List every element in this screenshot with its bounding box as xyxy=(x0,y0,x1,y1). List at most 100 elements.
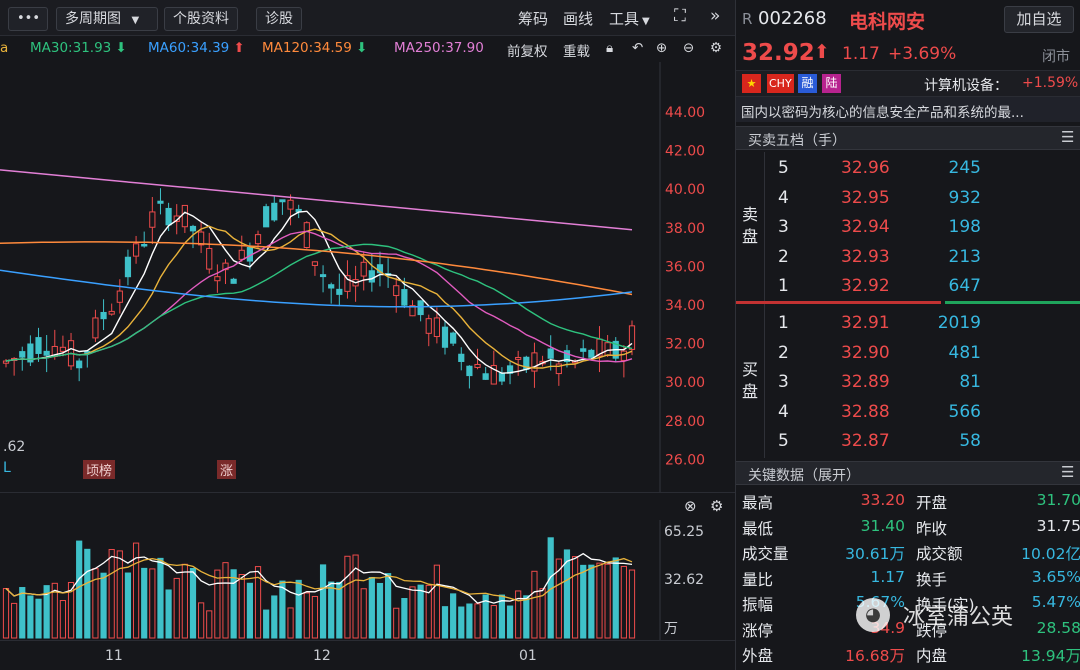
keydata-header[interactable]: 关键数据（展开） ☰ xyxy=(736,461,1080,485)
volume-bar xyxy=(620,565,627,639)
level-price: 32.95 xyxy=(841,187,890,208)
candle-body xyxy=(279,199,286,203)
multi-period-button[interactable]: 多周期图 ▼ xyxy=(56,7,158,31)
volume-bar xyxy=(490,605,497,639)
candle-body xyxy=(189,225,197,232)
desc-row[interactable]: 国内以密码为核心的信息安全产品和系统的最... xyxy=(736,96,1080,122)
price-tick-label: 32.00 xyxy=(665,337,705,353)
orderbook-title: 买卖五档（手） xyxy=(748,133,846,149)
bid-row[interactable]: 5 32.87 58 xyxy=(766,429,1080,455)
sector-name[interactable]: 计算机设备： xyxy=(924,75,1008,95)
bid-row[interactable]: 2 32.90 481 xyxy=(766,341,1080,367)
ask-row[interactable]: 5 32.96 245 xyxy=(766,156,1080,182)
level-number: 5 xyxy=(778,431,789,451)
undo-icon[interactable]: ↶ xyxy=(632,40,643,56)
wechat-icon: ◕ xyxy=(856,598,890,632)
volume-bar xyxy=(360,588,367,639)
sell-label-2: 盘 xyxy=(742,227,759,246)
volume-header: ⊗ ⚙ xyxy=(0,492,735,520)
volume-bar xyxy=(336,581,343,639)
candle-body xyxy=(181,204,188,228)
tools-button[interactable]: 工具 ▼ xyxy=(609,8,650,29)
candle-body xyxy=(604,342,611,356)
menu-icon[interactable]: ☰ xyxy=(1061,128,1074,146)
tools-label: 工具 xyxy=(609,10,640,28)
keydata-row: 最高 33.20 开盘 31.70 xyxy=(736,491,1080,516)
add-favorite-button[interactable]: 加自选 xyxy=(1004,6,1074,33)
ma60-value: MA60:34.39 ⬆ xyxy=(148,40,245,56)
candle-body xyxy=(214,276,221,282)
ask-row[interactable]: 2 32.93 213 xyxy=(766,245,1080,271)
keydata-value: 30.61万 xyxy=(845,545,905,563)
adjust-button[interactable]: 前复权 xyxy=(507,40,548,60)
candle-body xyxy=(132,243,140,257)
candle-body xyxy=(303,222,310,248)
volume-bar xyxy=(116,550,123,639)
stock-info-button[interactable]: 个股资料 xyxy=(164,7,238,31)
overlay-button[interactable]: 重载 xyxy=(563,40,590,60)
candle-body xyxy=(198,231,205,246)
buy-strength-bar xyxy=(945,301,1080,304)
bid-row[interactable]: 4 32.88 566 xyxy=(766,400,1080,426)
volume-bar xyxy=(76,540,83,639)
ask-row[interactable]: 1 32.92 647 xyxy=(766,274,1080,300)
volume-bar xyxy=(319,564,327,639)
close-icon[interactable]: ⊗ xyxy=(684,497,697,515)
x-tick-12: 12 xyxy=(313,648,331,664)
flag-limitup-badge[interactable]: 涨 xyxy=(217,460,237,479)
level-number: 5 xyxy=(778,158,789,178)
volume-bar xyxy=(344,555,351,639)
candle-body xyxy=(19,351,26,358)
bid-row[interactable]: 3 32.89 81 xyxy=(766,370,1080,396)
price-tick-label: 26.00 xyxy=(665,452,705,468)
candle-body xyxy=(628,325,636,350)
tag-hk-connect[interactable]: 陆 xyxy=(822,74,841,93)
arrow-up-icon: ⬆ xyxy=(229,40,245,56)
collapse-right-icon[interactable]: » xyxy=(710,6,720,26)
volume-axis-mid: 32.62 xyxy=(664,572,705,588)
ask-row[interactable]: 3 32.94 198 xyxy=(766,215,1080,241)
tag-chy[interactable]: CHY xyxy=(767,74,794,93)
sell-strength-bar xyxy=(736,301,941,304)
level-volume: 481 xyxy=(948,342,981,363)
volume-bar xyxy=(198,602,205,639)
candle-body xyxy=(271,202,278,221)
candle-body xyxy=(336,288,343,295)
volume-bar xyxy=(141,567,148,639)
buy-side-label: 买 盘 xyxy=(742,359,758,403)
price-tick-label: 28.00 xyxy=(665,414,705,430)
diagnose-button[interactable]: 诊股 xyxy=(256,7,302,31)
volume-bar xyxy=(100,572,107,639)
menu-icon[interactable]: ☰ xyxy=(1061,463,1074,481)
volume-bar xyxy=(580,564,587,639)
volume-bar xyxy=(124,572,132,639)
more-button[interactable]: ••• xyxy=(8,7,48,31)
volume-bar xyxy=(571,556,579,639)
keydata-label: 最高 xyxy=(742,494,774,512)
low-price-label: .62 xyxy=(3,439,26,455)
volume-chart[interactable]: 65.25 32.62 万 xyxy=(0,520,735,640)
keydata-value: 10.02亿 xyxy=(1021,545,1080,563)
lock-icon[interactable]: 🔒︎ xyxy=(606,40,613,56)
zoom-in-icon[interactable]: ⊕ xyxy=(656,40,667,56)
ask-row[interactable]: 4 32.95 932 xyxy=(766,186,1080,212)
candle-body xyxy=(149,211,156,228)
price-change: 1.17 xyxy=(842,44,880,64)
volume-settings-icon[interactable]: ⚙ xyxy=(710,497,723,515)
chips-button[interactable]: 筹码 xyxy=(518,8,548,29)
level-price: 32.90 xyxy=(841,342,890,363)
zoom-out-icon[interactable]: ⊖ xyxy=(683,40,694,56)
settings-icon[interactable]: ⚙ xyxy=(710,40,722,56)
flag-bang-badge[interactable]: 顷榜 xyxy=(83,460,116,479)
draw-line-button[interactable]: 画线 xyxy=(563,8,593,29)
fullscreen-icon[interactable]: ⛶ xyxy=(674,6,686,26)
keydata-label: 成交额 xyxy=(916,545,963,563)
keydata-value: 31.40 xyxy=(860,516,905,535)
keydata-value: 13.94万 xyxy=(1021,647,1080,665)
tag-row: ★ CHY 融 陆 计算机设备： +1.59% xyxy=(736,70,1080,96)
volume-bar xyxy=(173,577,180,639)
buy-label-1: 买 xyxy=(742,360,759,379)
tag-margin[interactable]: 融 xyxy=(798,74,817,93)
bid-row[interactable]: 1 32.91 2019 xyxy=(766,311,1080,337)
candlestick-chart[interactable]: 44.00 42.00 40.00 38.00 36.00 34.00 32.00 30.00… xyxy=(0,62,735,492)
